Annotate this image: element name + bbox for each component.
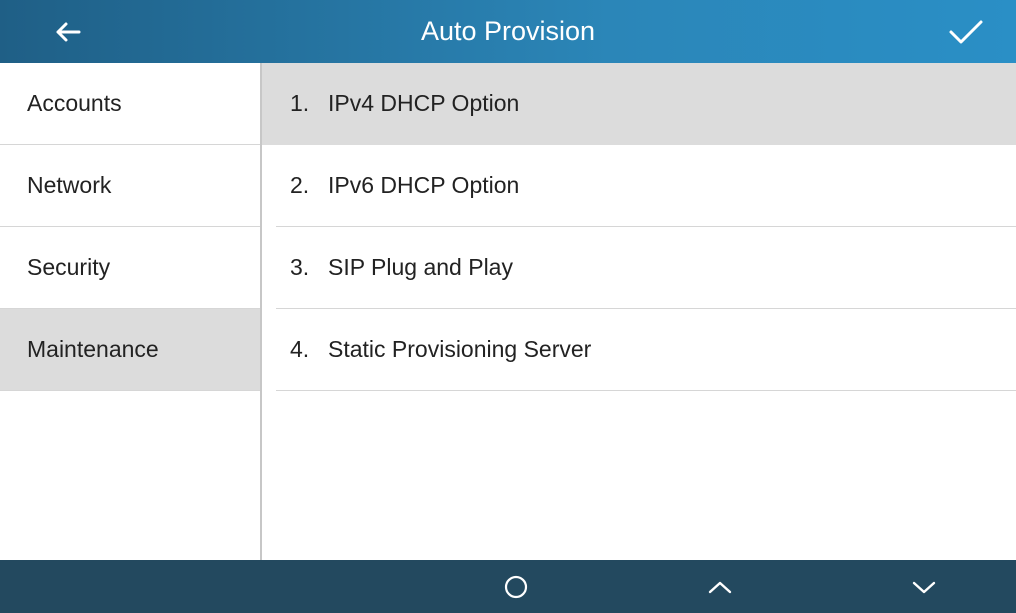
list-item-label: Static Provisioning Server [328,336,592,362]
list-item-static-provisioning-server[interactable]: 4. Static Provisioning Server [276,309,1016,391]
sidebar-item-accounts[interactable]: Accounts [0,63,260,145]
select-button[interactable] [476,560,556,613]
provision-option-list: 1. IPv4 DHCP Option 2. IPv6 DHCP Option … [262,63,1016,560]
confirm-button[interactable] [934,0,998,63]
scroll-up-button[interactable] [680,560,760,613]
category-sidebar: Accounts Network Security Maintenance [0,63,262,560]
list-item-label: IPv4 DHCP Option [328,90,520,116]
sidebar-item-maintenance[interactable]: Maintenance [0,309,260,391]
page-title: Auto Provision [420,16,596,46]
list-item-ipv4-dhcp-option[interactable]: 1. IPv4 DHCP Option [262,63,1016,145]
list-item-sip-plug-and-play[interactable]: 3. SIP Plug and Play [276,227,1016,309]
list-item-number: 2. [290,172,310,198]
sidebar-item-security[interactable]: Security [0,227,260,309]
check-icon [949,20,983,43]
list-item-ipv6-dhcp-option[interactable]: 2. IPv6 DHCP Option [276,145,1016,227]
list-item-number: 1. [290,90,310,116]
circle-icon [504,575,528,598]
chevron-up-icon [708,581,732,593]
title-bar: Auto Provision [0,0,1016,63]
sidebar-item-network[interactable]: Network [0,145,260,227]
list-item-number: 4. [290,336,310,362]
soft-key-bar [0,560,1016,613]
list-item-label: IPv6 DHCP Option [328,172,520,198]
list-item-label: SIP Plug and Play [328,254,513,280]
chevron-down-icon [912,581,936,593]
list-item-number: 3. [290,254,310,280]
scroll-down-button[interactable] [884,560,964,613]
auto-provision-screen: Auto Provision Accounts Network Security… [0,0,1016,613]
